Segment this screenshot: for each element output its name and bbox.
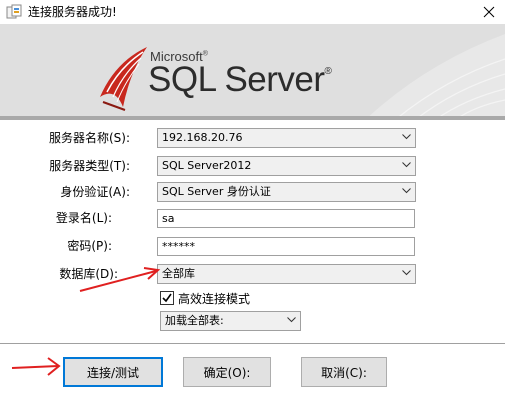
login-input[interactable]: [157, 209, 415, 228]
red-arrow-annotation-connect: [11, 357, 61, 376]
chevron-down-icon: [402, 270, 411, 276]
close-button[interactable]: [473, 0, 505, 24]
server-type-combo[interactable]: SQL Server2012: [157, 156, 416, 176]
footer-separator: [0, 343, 505, 347]
chevron-down-icon: [287, 317, 296, 323]
close-icon: [483, 6, 495, 18]
server-type-label: 服务器类型(T):: [49, 159, 130, 173]
server-name-combo[interactable]: 192.168.20.76: [157, 128, 416, 148]
sql-server-wordmark: SQL Server®: [148, 60, 332, 100]
connect-test-button[interactable]: 连接/测试: [63, 357, 163, 387]
chevron-down-icon: [402, 134, 411, 140]
red-arrow-annotation-database: [79, 267, 161, 292]
sql-server-banner: Microsoft® SQL Server®: [0, 24, 505, 120]
app-icon: [6, 4, 22, 19]
server-name-label: 服务器名称(S):: [48, 131, 130, 145]
server-name-value: 192.168.20.76: [162, 131, 243, 144]
banner-wave-graphic: [365, 34, 505, 120]
efficient-mode-label: 高效连接模式: [178, 291, 251, 306]
login-label: 登录名(L):: [55, 211, 112, 225]
sql-server-logo-icon: [100, 47, 147, 111]
window-title: 连接服务器成功!: [28, 5, 117, 19]
auth-label: 身份验证(A):: [60, 185, 130, 199]
checkmark-icon: [162, 293, 172, 303]
load-tables-combo[interactable]: 加载全部表:: [160, 311, 301, 331]
product-registered-mark: ®: [324, 66, 332, 77]
chevron-down-icon: [402, 162, 411, 168]
server-type-value: SQL Server2012: [162, 159, 252, 172]
ok-button[interactable]: 确定(O):: [183, 357, 271, 387]
database-combo[interactable]: 全部库: [157, 264, 416, 284]
password-input[interactable]: [157, 237, 415, 256]
vendor-registered-mark: ®: [202, 50, 208, 58]
title-bar: 连接服务器成功!: [0, 0, 505, 24]
cancel-button[interactable]: 取消(C):: [301, 357, 387, 387]
database-value: 全部库: [162, 267, 195, 280]
efficient-mode-checkbox[interactable]: [160, 291, 174, 305]
efficient-mode-checkbox-row[interactable]: 高效连接模式: [160, 290, 250, 306]
product-name: SQL Server: [148, 60, 325, 99]
auth-combo[interactable]: SQL Server 身份认证: [157, 182, 416, 202]
auth-value: SQL Server 身份认证: [162, 185, 271, 198]
chevron-down-icon: [402, 188, 411, 194]
load-tables-value: 加载全部表:: [165, 314, 224, 327]
banner-divider: [0, 116, 505, 120]
password-label: 密码(P):: [67, 239, 112, 253]
